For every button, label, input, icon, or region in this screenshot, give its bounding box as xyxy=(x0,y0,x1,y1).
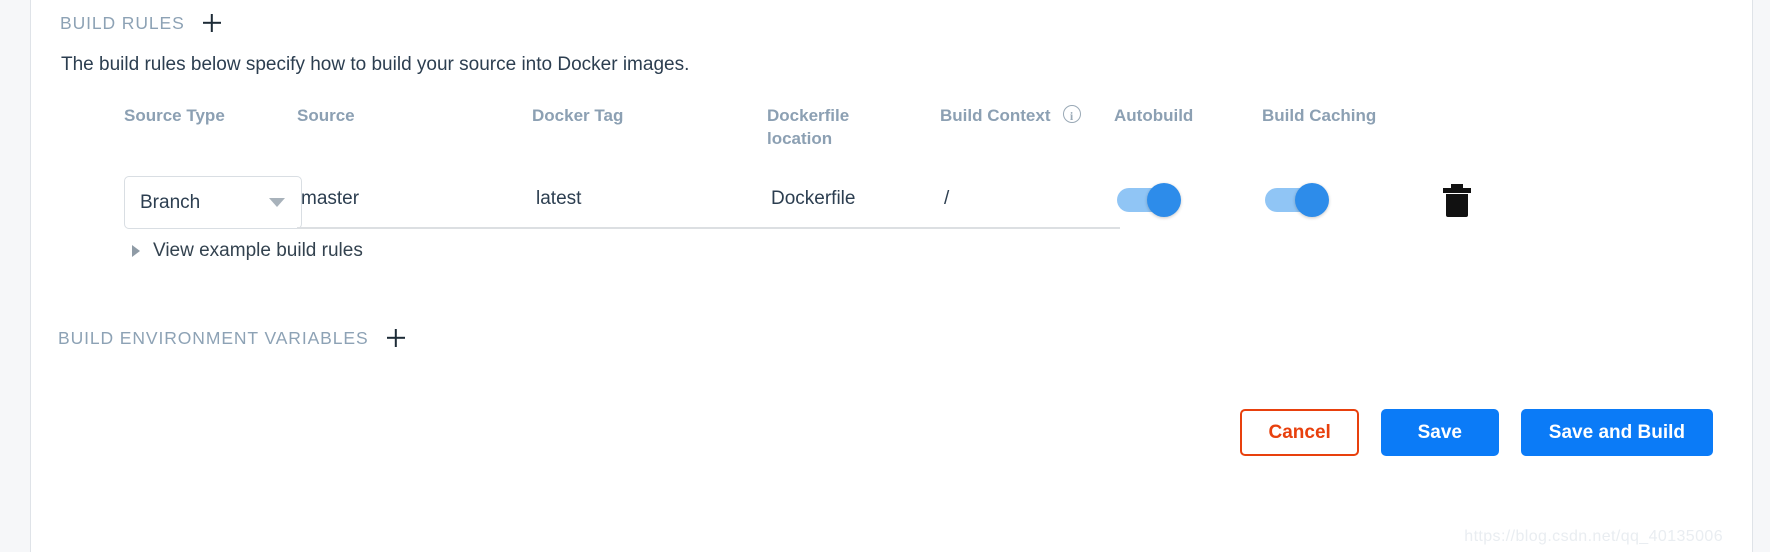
form-actions: Cancel Save Save and Build xyxy=(1240,409,1713,456)
trash-icon[interactable] xyxy=(1440,182,1474,218)
column-header-build-context-label: Build Context xyxy=(940,106,1051,125)
save-button[interactable]: Save xyxy=(1380,409,1499,456)
column-header-autobuild: Autobuild xyxy=(1114,106,1194,125)
build-rules-table: Source Type Source Docker Tag Dockerfile… xyxy=(92,104,1512,242)
view-example-build-rules-label: View example build rules xyxy=(153,240,363,261)
autobuild-toggle[interactable] xyxy=(1117,183,1183,217)
build-settings-page: BUILD RULES The build rules below specif… xyxy=(32,0,1751,552)
column-header-build-context: Build Context xyxy=(940,104,1081,128)
dockerfile-location-input[interactable] xyxy=(767,176,947,229)
autobuild-toggle-thumb xyxy=(1147,183,1181,217)
source-type-select[interactable]: Branch xyxy=(124,176,302,229)
build-caching-toggle-thumb xyxy=(1295,183,1329,217)
triangle-right-icon xyxy=(132,245,140,257)
column-header-source-type: Source Type xyxy=(124,106,225,125)
build-rules-section-header: BUILD RULES xyxy=(60,12,223,34)
column-header-source: Source xyxy=(297,106,355,125)
build-rules-table-header: Source Type Source Docker Tag Dockerfile… xyxy=(92,104,1512,166)
info-icon[interactable] xyxy=(1062,105,1081,128)
view-example-build-rules-link[interactable]: View example build rules xyxy=(132,240,363,262)
add-build-rule-plus-icon[interactable] xyxy=(201,12,223,34)
build-rule-row: Branch xyxy=(92,176,1512,242)
cancel-button[interactable]: Cancel xyxy=(1240,409,1359,456)
column-header-dockerfile-location: Dockerfile location xyxy=(767,106,850,148)
build-env-section-header: BUILD ENVIRONMENT VARIABLES xyxy=(58,327,407,349)
trash-icon-can xyxy=(1446,194,1468,217)
build-rules-heading: BUILD RULES xyxy=(60,12,185,33)
chevron-down-icon xyxy=(269,198,285,207)
watermark: https://blog.csdn.net/qq_40135006 xyxy=(1464,528,1723,545)
save-and-build-button[interactable]: Save and Build xyxy=(1520,409,1713,456)
docker-tag-input[interactable] xyxy=(532,176,780,229)
build-rules-description: The build rules below specify how to bui… xyxy=(61,54,690,75)
left-gutter-strip xyxy=(0,0,31,552)
source-input[interactable] xyxy=(297,176,545,229)
page-scrollbar-gutter[interactable] xyxy=(1752,0,1770,552)
column-header-build-caching: Build Caching xyxy=(1262,106,1377,125)
column-header-docker-tag: Docker Tag xyxy=(532,106,624,125)
source-type-select-value: Branch xyxy=(140,191,201,213)
trash-icon-lid xyxy=(1443,188,1471,193)
add-build-env-variable-plus-icon[interactable] xyxy=(385,327,407,349)
build-env-heading: BUILD ENVIRONMENT VARIABLES xyxy=(58,327,369,348)
build-caching-toggle[interactable] xyxy=(1265,183,1331,217)
build-context-input[interactable] xyxy=(940,176,1120,229)
